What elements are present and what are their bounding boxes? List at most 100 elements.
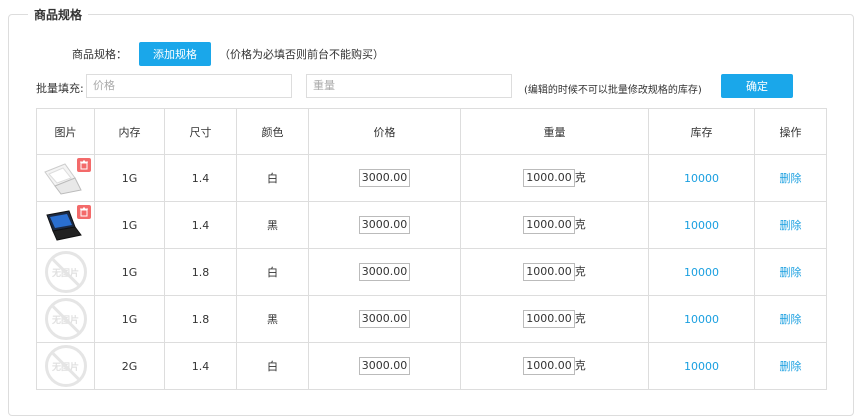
section-title: 商品规格 bbox=[28, 6, 89, 23]
trash-icon[interactable] bbox=[76, 158, 91, 172]
table-row: 1G 1.4 白 3000.00 1000.00 克 10000 删除 bbox=[36, 154, 827, 202]
image-cell bbox=[36, 201, 95, 249]
image-cell: 无图片 bbox=[36, 342, 95, 390]
color-cell: 白 bbox=[236, 248, 309, 296]
trash-icon[interactable] bbox=[76, 205, 91, 219]
batch-fill-label: 批量填充: bbox=[36, 82, 84, 95]
weight-unit: 克 bbox=[574, 312, 586, 325]
price-cell: 3000.00 bbox=[308, 201, 461, 249]
delete-link[interactable]: 删除 bbox=[780, 360, 802, 373]
price-input[interactable]: 3000.00 bbox=[358, 216, 411, 234]
header-image: 图片 bbox=[36, 108, 95, 155]
color-cell: 白 bbox=[236, 342, 309, 390]
no-image-placeholder[interactable]: 无图片 bbox=[44, 251, 87, 293]
action-cell: 删除 bbox=[754, 154, 827, 202]
table-header-row: 图片 内存 尺寸 颜色 价格 重量 库存 操作 bbox=[36, 108, 827, 155]
no-image-placeholder[interactable]: 无图片 bbox=[44, 345, 87, 387]
spec-table: 图片 内存 尺寸 颜色 价格 重量 库存 操作 1G 1.4 白 3000.00… bbox=[36, 108, 827, 390]
price-input[interactable]: 3000.00 bbox=[358, 357, 411, 375]
price-input[interactable]: 3000.00 bbox=[358, 310, 411, 328]
weight-unit: 克 bbox=[574, 218, 586, 231]
batch-fill-row: 批量填充: 价格 重量 (编辑的时候不可以批量修改规格的库存) 确定 bbox=[36, 74, 856, 100]
price-cell: 3000.00 bbox=[308, 342, 461, 390]
table-row: 无图片 1G 1.8 黑 3000.00 1000.00 克 10000 删除 bbox=[36, 295, 827, 343]
header-size: 尺寸 bbox=[164, 108, 237, 155]
weight-input[interactable]: 1000.00 bbox=[523, 169, 575, 187]
no-image-placeholder[interactable]: 无图片 bbox=[44, 298, 87, 340]
product-image[interactable] bbox=[41, 205, 91, 245]
action-cell: 删除 bbox=[754, 248, 827, 296]
action-cell: 删除 bbox=[754, 201, 827, 249]
add-spec-button[interactable]: 添加规格 bbox=[139, 42, 211, 66]
table-row: 无图片 2G 1.4 白 3000.00 1000.00 克 10000 删除 bbox=[36, 342, 827, 390]
weight-unit: 克 bbox=[574, 171, 586, 184]
weight-cell: 1000.00 克 bbox=[460, 201, 649, 249]
stock-cell: 10000 bbox=[648, 154, 755, 202]
memory-cell: 1G bbox=[94, 154, 165, 202]
size-cell: 1.4 bbox=[164, 154, 237, 202]
delete-link[interactable]: 删除 bbox=[780, 313, 802, 326]
delete-link[interactable]: 删除 bbox=[780, 219, 802, 232]
memory-cell: 1G bbox=[94, 201, 165, 249]
size-cell: 1.4 bbox=[164, 201, 237, 249]
spec-label: 商品规格： bbox=[72, 48, 127, 61]
size-cell: 1.8 bbox=[164, 295, 237, 343]
spec-note: （价格为必填否则前台不能购买） bbox=[219, 48, 384, 61]
delete-link[interactable]: 删除 bbox=[780, 266, 802, 279]
confirm-button[interactable]: 确定 bbox=[721, 74, 793, 98]
price-cell: 3000.00 bbox=[308, 295, 461, 343]
weight-cell: 1000.00 克 bbox=[460, 154, 649, 202]
header-memory: 内存 bbox=[94, 108, 165, 155]
image-cell: 无图片 bbox=[36, 295, 95, 343]
stock-cell: 10000 bbox=[648, 295, 755, 343]
size-cell: 1.8 bbox=[164, 248, 237, 296]
header-price: 价格 bbox=[308, 108, 461, 155]
price-input[interactable]: 3000.00 bbox=[358, 263, 411, 281]
stock-value[interactable]: 10000 bbox=[684, 219, 719, 232]
batch-weight-input[interactable]: 重量 bbox=[306, 74, 512, 98]
price-input[interactable]: 3000.00 bbox=[358, 169, 411, 187]
delete-link[interactable]: 删除 bbox=[780, 172, 802, 185]
price-cell: 3000.00 bbox=[308, 154, 461, 202]
size-cell: 1.4 bbox=[164, 342, 237, 390]
stock-cell: 10000 bbox=[648, 342, 755, 390]
weight-cell: 1000.00 克 bbox=[460, 342, 649, 390]
memory-cell: 1G bbox=[94, 295, 165, 343]
weight-cell: 1000.00 克 bbox=[460, 248, 649, 296]
stock-value[interactable]: 10000 bbox=[684, 360, 719, 373]
memory-cell: 1G bbox=[94, 248, 165, 296]
header-weight: 重量 bbox=[460, 108, 649, 155]
weight-input[interactable]: 1000.00 bbox=[523, 263, 575, 281]
stock-value[interactable]: 10000 bbox=[684, 172, 719, 185]
stock-value[interactable]: 10000 bbox=[684, 313, 719, 326]
color-cell: 白 bbox=[236, 154, 309, 202]
color-cell: 黑 bbox=[236, 295, 309, 343]
no-image-text: 无图片 bbox=[51, 268, 79, 279]
image-cell: 无图片 bbox=[36, 248, 95, 296]
weight-input[interactable]: 1000.00 bbox=[523, 357, 575, 375]
price-cell: 3000.00 bbox=[308, 248, 461, 296]
stock-value[interactable]: 10000 bbox=[684, 266, 719, 279]
header-stock: 库存 bbox=[648, 108, 755, 155]
color-cell: 黑 bbox=[236, 201, 309, 249]
weight-input[interactable]: 1000.00 bbox=[523, 310, 575, 328]
table-row: 1G 1.4 黑 3000.00 1000.00 克 10000 删除 bbox=[36, 201, 827, 249]
batch-price-input[interactable]: 价格 bbox=[86, 74, 292, 98]
weight-input[interactable]: 1000.00 bbox=[523, 216, 575, 234]
memory-cell: 2G bbox=[94, 342, 165, 390]
weight-unit: 克 bbox=[574, 359, 586, 372]
image-cell bbox=[36, 154, 95, 202]
weight-unit: 克 bbox=[574, 265, 586, 278]
stock-cell: 10000 bbox=[648, 248, 755, 296]
no-image-text: 无图片 bbox=[51, 315, 79, 326]
header-color: 颜色 bbox=[236, 108, 309, 155]
weight-cell: 1000.00 克 bbox=[460, 295, 649, 343]
product-image[interactable] bbox=[41, 158, 91, 198]
action-cell: 删除 bbox=[754, 342, 827, 390]
stock-cell: 10000 bbox=[648, 201, 755, 249]
action-cell: 删除 bbox=[754, 295, 827, 343]
header-action: 操作 bbox=[754, 108, 827, 155]
batch-note: (编辑的时候不可以批量修改规格的库存) bbox=[524, 85, 702, 96]
spec-row: 商品规格： 添加规格 （价格为必填否则前台不能购买） bbox=[72, 42, 384, 66]
table-row: 无图片 1G 1.8 白 3000.00 1000.00 克 10000 删除 bbox=[36, 248, 827, 296]
